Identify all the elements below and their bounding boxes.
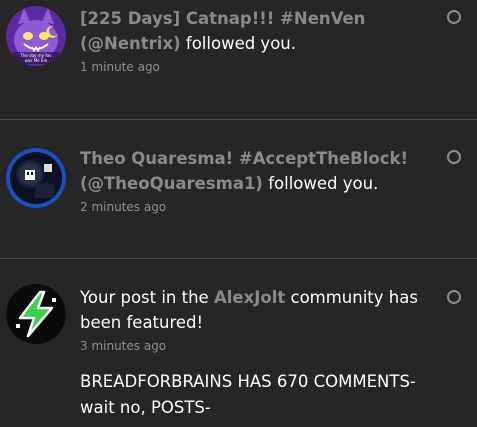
block-avatar-icon [6, 148, 66, 208]
notification-item-follow-theoquaresma1[interactable]: Theo Quaresma! #AcceptTheBlock! (@TheoQu… [0, 120, 477, 259]
timestamp: 1 minute ago [80, 60, 160, 74]
community-name-link[interactable]: AlexJolt [214, 288, 285, 307]
radio-unread-icon[interactable] [447, 10, 461, 24]
notification-action: followed you. [180, 34, 296, 53]
notification-item-follow-nentrix[interactable]: The day my fav was Me Em [225 Days] Catn… [0, 0, 477, 120]
notification-text: [225 Days] Catnap!!! #NenVen (@Nentrix) … [80, 6, 430, 76]
avatar-caption-line-2: was Me Em [25, 58, 48, 63]
timestamp: 3 minutes ago [80, 339, 167, 353]
community-avatar-alexjolt[interactable] [6, 284, 66, 344]
radio-unread-icon[interactable] [447, 290, 461, 304]
lightning-bolt-icon [6, 284, 66, 344]
user-handle-link[interactable]: (@TheoQuaresma1) [80, 174, 263, 193]
timestamp: 2 minutes ago [80, 200, 167, 214]
radio-unread-icon[interactable] [447, 150, 461, 164]
user-name-link[interactable]: Theo Quaresma! #AcceptTheBlock! [80, 149, 408, 168]
notification-action: followed you. [262, 174, 379, 193]
user-avatar-nentrix[interactable]: The day my fav was Me Em [6, 6, 66, 66]
notification-item-featured-post[interactable]: Your post in the AlexJolt community has … [0, 259, 477, 427]
notification-text: Your post in the AlexJolt community has … [80, 285, 430, 421]
post-preview-text[interactable]: BREADFORBRAINS HAS 670 COMMENTS- wait no… [80, 369, 430, 421]
user-avatar-theoquaresma1[interactable] [6, 148, 66, 208]
user-name-link[interactable]: [225 Days] Catnap!!! #NenVen [80, 9, 365, 28]
catnap-avatar-icon: The day my fav was Me Em [6, 6, 66, 66]
featured-prefix: Your post in the [80, 288, 214, 307]
notification-text: Theo Quaresma! #AcceptTheBlock! (@TheoQu… [80, 146, 430, 216]
user-handle-link[interactable]: (@Nentrix) [80, 34, 181, 53]
